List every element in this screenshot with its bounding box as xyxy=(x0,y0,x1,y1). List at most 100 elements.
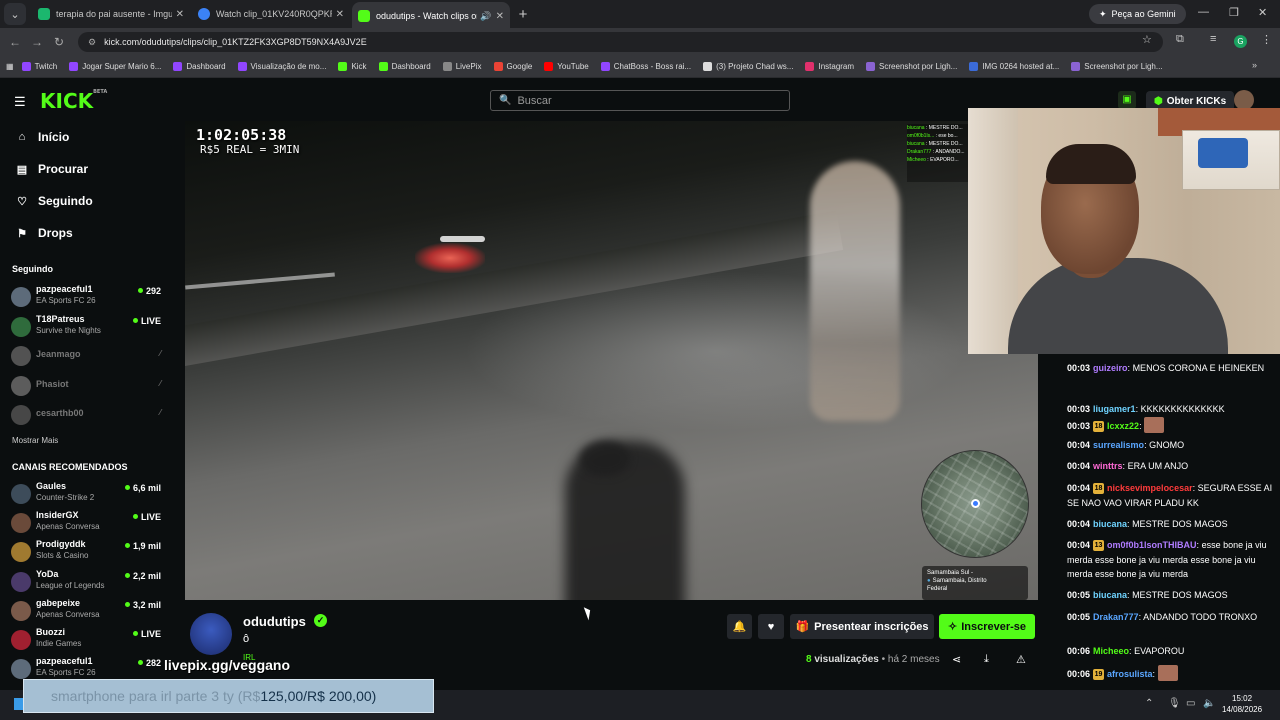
gemini-label: Peça ao Gemini xyxy=(1111,9,1176,19)
extensions-icon[interactable]: ⧉ xyxy=(1176,33,1184,46)
bookmark-item[interactable]: Visualização de mo... xyxy=(237,62,326,71)
bookmark-item[interactable]: Dashboard xyxy=(173,62,226,71)
bookmark-item[interactable]: IMG 0264 hosted at... xyxy=(969,62,1059,71)
clip-title: ô xyxy=(243,633,250,645)
bookmark-star-icon[interactable]: ☆ xyxy=(1142,33,1152,46)
channel-item[interactable]: cesarthb00 ⁄ xyxy=(11,402,161,428)
show-more-link[interactable]: Mostrar Mais xyxy=(12,436,58,445)
bookmark-item[interactable]: Kick xyxy=(338,62,367,71)
notification-bell-button[interactable]: 🔔 xyxy=(727,614,752,639)
minimize-icon[interactable]: — xyxy=(1198,6,1209,18)
follow-heart-button[interactable]: ♥ xyxy=(758,614,784,639)
bookmark-favicon-icon xyxy=(703,62,713,71)
overlay-chat-line: om0f0b1ls... : ese bo... xyxy=(907,133,958,139)
network-icon[interactable]: ▭ xyxy=(1186,698,1195,709)
chat-username[interactable]: Drakan777 xyxy=(1093,612,1139,622)
viewer-count: LIVE xyxy=(132,512,161,522)
download-icon[interactable]: ⤓ xyxy=(984,653,989,666)
nav-browse[interactable]: ▤ Procurar xyxy=(14,162,88,176)
channel-avatar[interactable] xyxy=(190,613,232,655)
channel-item[interactable]: Prodigyddk Slots & Casino 1,9 mil xyxy=(11,539,161,565)
media-controls-icon[interactable]: ≡ xyxy=(1210,33,1216,45)
chat-username[interactable]: lcxxz22 xyxy=(1107,421,1139,431)
chat-username[interactable]: winttrs xyxy=(1093,461,1123,471)
heart-icon: ♡ xyxy=(17,195,27,208)
chat-username[interactable]: guizeiro xyxy=(1093,363,1128,373)
channel-item[interactable]: Buozzi Indie Games LIVE xyxy=(11,627,161,653)
forward-icon[interactable]: → xyxy=(26,35,48,49)
video-player[interactable]: 1:02:05:38 R$5 REAL = 3MIN biucana : MES… xyxy=(185,121,1038,600)
bookmark-item[interactable]: Jogar Super Mario 6... xyxy=(69,62,161,71)
channel-item[interactable]: Jeanmago ⁄ xyxy=(11,343,161,369)
nav-drops[interactable]: ⚑ Drops xyxy=(14,226,73,240)
kick-stats-icon[interactable]: ▣ xyxy=(1118,91,1136,109)
chat-username[interactable]: biucana xyxy=(1093,590,1127,600)
back-icon[interactable]: ← xyxy=(4,35,26,49)
profile-avatar[interactable]: G xyxy=(1234,35,1247,48)
search-input[interactable]: 🔍 Buscar xyxy=(490,90,790,111)
bookmark-list: Twitch Jogar Super Mario 6... Dashboard Vis… xyxy=(21,62,1175,71)
site-info-icon[interactable]: ⚙ xyxy=(88,37,96,48)
gemini-button[interactable]: ✦ Peça ao Gemini xyxy=(1089,4,1186,24)
reload-icon[interactable]: ↻ xyxy=(48,35,70,49)
tab-search-button[interactable]: ⌄ xyxy=(4,3,26,25)
user-avatar[interactable] xyxy=(1234,90,1254,110)
channel-avatar xyxy=(11,513,31,534)
chat-timestamp: 00:04 xyxy=(1067,440,1091,450)
report-icon[interactable]: ⚠ xyxy=(1016,653,1026,666)
chat-username[interactable]: Micheeo xyxy=(1093,646,1129,656)
restore-icon[interactable]: ❐ xyxy=(1229,6,1239,19)
nav-following[interactable]: ♡ Seguindo xyxy=(14,194,93,208)
tab-close-icon[interactable]: ✕ xyxy=(496,11,504,22)
channel-item[interactable]: Phasiot ⁄ xyxy=(11,373,161,399)
bookmark-item[interactable]: Dashboard xyxy=(378,62,431,71)
browser-tab-2[interactable]: Watch clip_01KV240R0QPKREG ✕ xyxy=(192,2,350,26)
speaker-icon[interactable]: 🔊 xyxy=(480,11,491,22)
channel-item[interactable]: gabepeixe Apenas Conversa 3,2 mil xyxy=(11,598,161,624)
kick-logo[interactable]: KICKBETA xyxy=(40,89,107,113)
gift-subs-button[interactable]: 🎁 Presentear inscrições xyxy=(790,614,934,639)
nav-home[interactable]: ⌂ Início xyxy=(14,130,70,144)
close-window-icon[interactable]: ✕ xyxy=(1258,6,1267,19)
bookmark-item[interactable]: Google xyxy=(493,62,532,71)
hamburger-menu-icon[interactable]: ☰ xyxy=(14,94,26,110)
new-tab-button[interactable]: + xyxy=(512,6,534,23)
apps-grid-icon[interactable]: ▦ xyxy=(6,62,14,71)
chat-username[interactable]: liugamer1 xyxy=(1093,404,1136,414)
share-icon[interactable]: ⋖ xyxy=(952,653,961,666)
taskbar-clock[interactable]: 15:02 14/08/2026 xyxy=(1222,693,1262,715)
bookmark-item[interactable]: Screenshot por Ligh... xyxy=(1071,62,1163,71)
bookmark-item[interactable]: LivePix xyxy=(442,62,482,71)
channel-item[interactable]: YoDa League of Legends 2,2 mil xyxy=(11,569,161,595)
bookmark-item[interactable]: Twitch xyxy=(21,62,57,71)
chat-username[interactable]: surrealismo xyxy=(1093,440,1144,450)
chat-username[interactable]: biucana xyxy=(1093,519,1127,529)
channel-item[interactable]: Gaules Counter-Strike 2 6,6 mil xyxy=(11,481,161,507)
browser-menu-icon[interactable]: ⋮ xyxy=(1261,33,1272,46)
live-dot-icon xyxy=(132,514,138,520)
live-dot-icon xyxy=(132,631,138,636)
channel-item[interactable]: InsiderGX Apenas Conversa LIVE xyxy=(11,510,161,536)
more-bookmarks-icon[interactable]: » xyxy=(1252,60,1257,70)
browser-tab-1[interactable]: terapia do pai ausente - Imgur ✕ xyxy=(32,2,190,26)
bookmark-item[interactable]: YouTube xyxy=(544,62,589,71)
chat-username[interactable]: om0f0b1lsonTHIBAU xyxy=(1107,540,1197,550)
chat-timestamp: 00:04 xyxy=(1067,461,1091,471)
chat-username[interactable]: afrosulista xyxy=(1107,669,1153,679)
microphone-icon[interactable]: 🎙 xyxy=(1168,698,1181,709)
bookmark-item[interactable]: ChatBoss - Boss rai... xyxy=(600,62,691,71)
subscribe-button[interactable]: ✧ Inscrever-se xyxy=(939,614,1035,639)
tab-close-icon[interactable]: ✕ xyxy=(176,9,184,20)
browser-tab-3-active[interactable]: odudutips - Watch clips on 🔊 ✕ xyxy=(352,2,510,30)
tab-close-icon[interactable]: ✕ xyxy=(336,9,344,20)
volume-icon[interactable]: 🔈 xyxy=(1203,698,1215,709)
address-bar[interactable]: ⚙ kick.com/odudutips/clips/clip_01KTZ2FK… xyxy=(78,32,1163,52)
tray-chevron-icon[interactable]: ⌃ xyxy=(1145,698,1153,709)
channel-item[interactable]: T18Patreus Survive the Nights LIVE xyxy=(11,314,161,340)
bookmark-item[interactable]: (3) Projeto Chad ws... xyxy=(703,62,793,71)
channel-item[interactable]: pazpeaceful1 EA Sports FC 26 292 xyxy=(11,284,161,310)
chat-username[interactable]: nicksevimpelocesar xyxy=(1107,483,1193,493)
channel-name[interactable]: odudutips xyxy=(243,614,306,629)
bookmark-item[interactable]: Screenshot por Ligh... xyxy=(866,62,957,71)
bookmark-item[interactable]: Instagram xyxy=(805,62,854,71)
